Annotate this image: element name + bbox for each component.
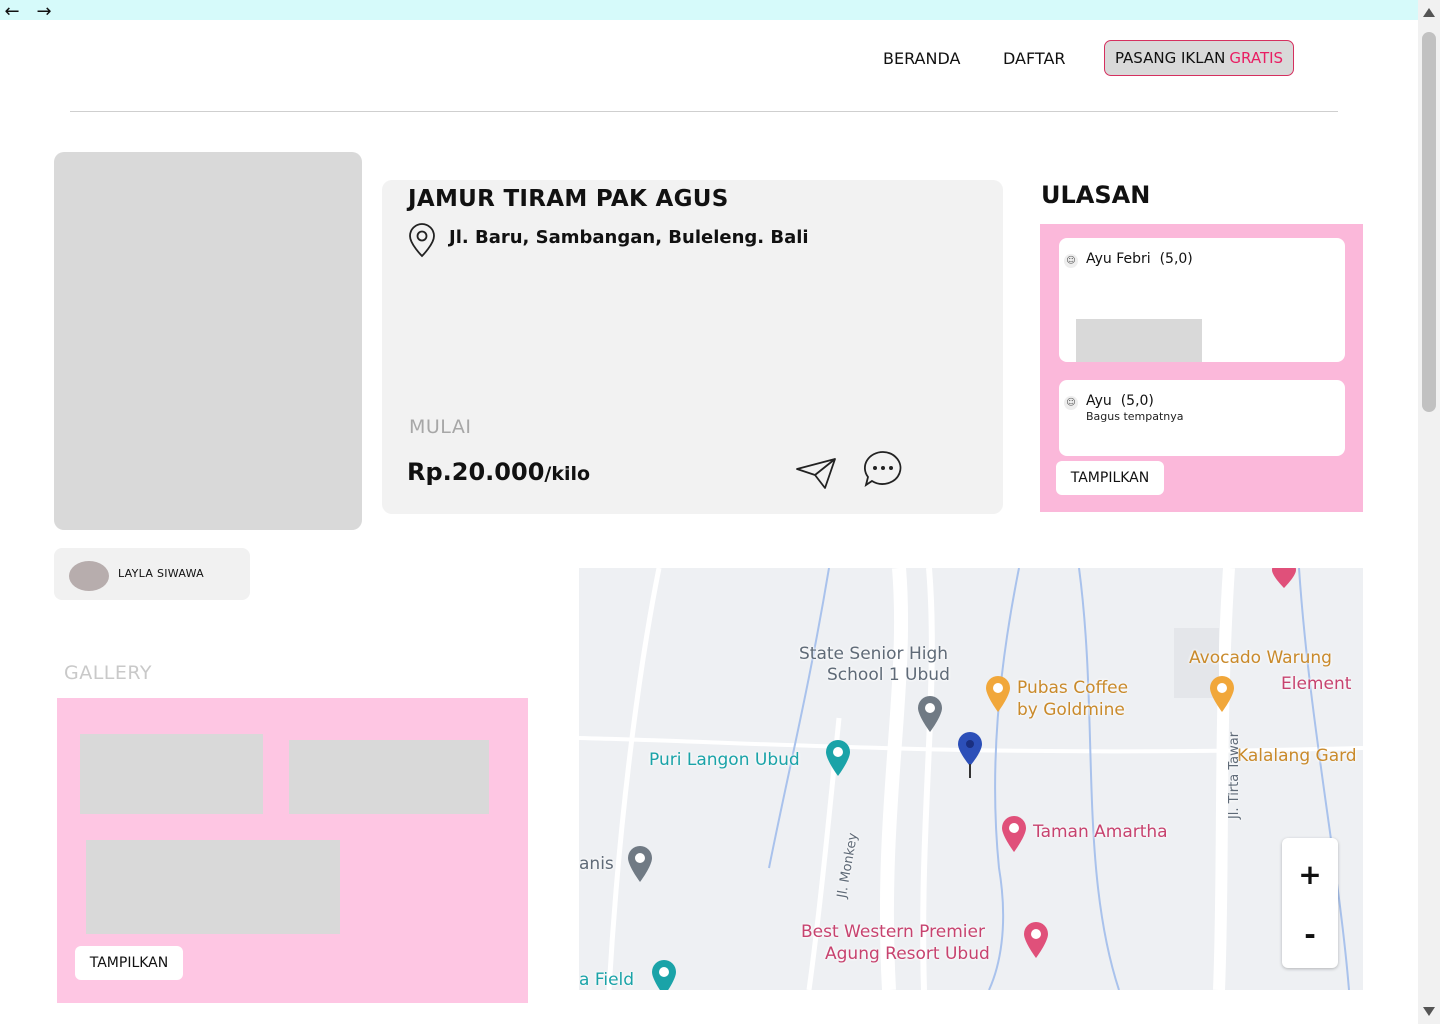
reviews-show-button[interactable]: TAMPILKAN	[1056, 461, 1164, 495]
product-address: Jl. Baru, Sambangan, Buleleng. Bali	[449, 227, 809, 248]
map-label: Taman Amartha	[1033, 822, 1168, 842]
gallery-title: GALLERY	[64, 662, 152, 684]
reviewer-avatar-icon: ☺	[1064, 396, 1078, 410]
product-price: Rp.20.000/kilo	[407, 458, 590, 486]
map-label: Element	[1281, 674, 1352, 694]
map-label: Best Western Premier	[801, 922, 985, 942]
reviewer-name-text: Ayu Febri	[1086, 251, 1151, 267]
map-label: anis	[579, 854, 614, 874]
scroll-up-icon[interactable]	[1423, 8, 1435, 17]
gallery-image[interactable]	[289, 740, 489, 814]
gallery-show-button[interactable]: TAMPILKAN	[75, 946, 183, 980]
map-label: School 1 Ubud	[827, 665, 950, 685]
reviewer-name: Ayu (5,0)	[1086, 393, 1154, 409]
map-pin-icon	[628, 846, 652, 882]
header-divider	[70, 111, 1338, 112]
seller-name: LAYLA SIWAWA	[118, 567, 204, 580]
menu-daftar[interactable]: DAFTAR	[1003, 46, 1066, 72]
gallery-image[interactable]	[86, 840, 340, 934]
cta-label: PASANG IKLAN	[1114, 49, 1226, 67]
price-prefix: MULAI	[409, 416, 472, 438]
map-pin-icon	[1272, 568, 1296, 588]
location-pin-icon	[409, 223, 435, 258]
zoom-in-button[interactable]: +	[1282, 844, 1338, 904]
gallery-image[interactable]	[80, 734, 263, 814]
map-label: Puri Langon Ubud	[649, 750, 800, 770]
map-label: Kalalang Gard	[1237, 746, 1357, 766]
map-zoom-controls: + -	[1282, 838, 1338, 968]
map-label: Agung Resort Ubud	[825, 944, 990, 964]
review-image	[1076, 319, 1202, 362]
forward-arrow-icon[interactable]: →	[32, 0, 56, 22]
reviewer-rating: (5,0)	[1159, 251, 1193, 267]
map-pin-icon	[1024, 922, 1048, 958]
chat-icon[interactable]	[862, 450, 904, 488]
map-pin-icon	[986, 676, 1010, 712]
map-label: a Field	[579, 970, 635, 990]
scrollbar-thumb[interactable]	[1422, 32, 1436, 412]
map-pin-icon	[1210, 676, 1234, 712]
product-title: JAMUR TIRAM PAK AGUS	[408, 186, 729, 212]
map-label: Pubas Coffee	[1017, 678, 1129, 698]
menu-beranda[interactable]: BERANDA	[883, 46, 960, 72]
price-value: Rp.20.000	[407, 458, 545, 486]
map-pin-icon	[652, 960, 676, 990]
scroll-down-icon[interactable]	[1423, 1007, 1435, 1016]
map-pin-icon	[826, 740, 850, 776]
map-label: State Senior High	[799, 644, 949, 664]
selected-location-pin-icon	[958, 732, 982, 778]
map-label: Avocado Warung	[1189, 648, 1332, 668]
browser-top-bar	[0, 0, 1418, 20]
zoom-out-button[interactable]: -	[1282, 904, 1338, 964]
reviews-title: ULASAN	[1041, 181, 1151, 209]
price-unit: /kilo	[544, 463, 591, 485]
pasang-iklan-button[interactable]: PASANG IKLAN GRATIS	[1104, 40, 1294, 76]
reviewer-rating: (5,0)	[1120, 393, 1154, 409]
send-icon[interactable]	[795, 455, 837, 491]
map-label: by Goldmine	[1017, 700, 1125, 720]
review-text: Bagus tempatnya	[1086, 410, 1184, 423]
seller-avatar	[69, 561, 109, 591]
product-image	[54, 152, 362, 530]
back-arrow-icon[interactable]: ←	[0, 0, 24, 22]
map-pin-icon	[918, 696, 942, 732]
reviewer-name: Ayu Febri (5,0)	[1086, 251, 1193, 267]
map-pin-icon	[1002, 816, 1026, 852]
reviewer-avatar-icon: ☺	[1064, 254, 1078, 268]
cta-accent: GRATIS	[1229, 49, 1284, 67]
map-label: Jl. Tirta Tawar	[1227, 731, 1243, 820]
reviewer-name-text: Ayu	[1086, 393, 1112, 409]
map[interactable]: State Senior High School 1 Ubud Pubas Co…	[579, 568, 1363, 990]
